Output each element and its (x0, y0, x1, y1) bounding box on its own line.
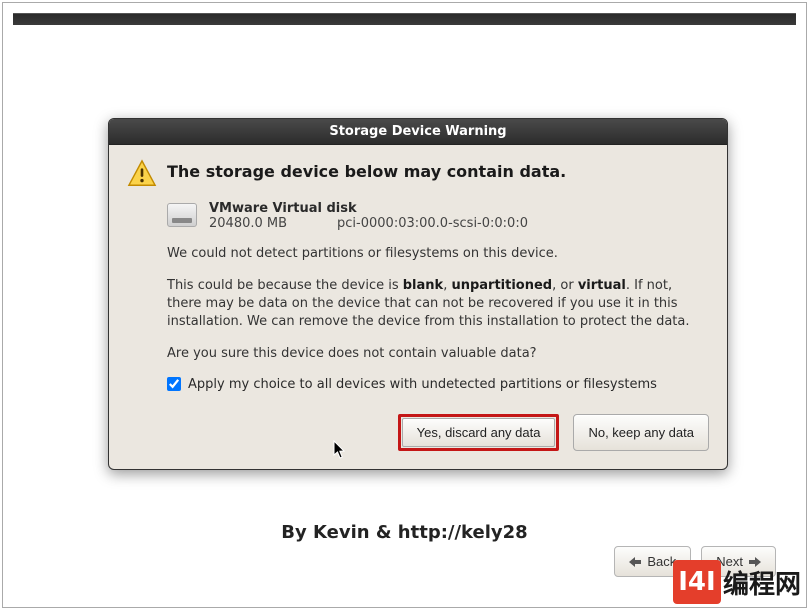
site-name: 编程网 (723, 564, 801, 601)
apply-all-label: Apply my choice to all devices with unde… (188, 377, 657, 392)
discard-button[interactable]: Yes, discard any data (402, 418, 556, 447)
warning-icon (127, 159, 157, 189)
dialog-paragraph-1: We could not detect partitions or filesy… (167, 245, 709, 263)
dialog-paragraph-3: Are you sure this device does not contai… (167, 345, 709, 363)
apply-all-checkbox[interactable] (167, 377, 181, 391)
disk-size: 20480.0 MB (209, 216, 287, 231)
keep-button[interactable]: No, keep any data (573, 414, 709, 451)
disk-pci-path: pci-0000:03:00.0-scsi-0:0:0:0 (337, 216, 528, 231)
dialog-paragraph-2: This could be because the device is blan… (167, 277, 709, 331)
dialog-title: Storage Device Warning (109, 119, 727, 145)
disk-name: VMware Virtual disk (209, 201, 528, 216)
hard-disk-icon (167, 203, 197, 227)
apply-all-checkbox-row[interactable]: Apply my choice to all devices with unde… (167, 377, 709, 392)
discard-button-highlight: Yes, discard any data (398, 414, 560, 451)
credit-text: By Kevin & http://kely28 (13, 522, 796, 543)
dialog-heading: The storage device below may contain dat… (167, 159, 566, 181)
arrow-left-icon (629, 557, 641, 567)
site-logo: I4I (673, 560, 721, 604)
mouse-cursor-icon (333, 440, 347, 460)
warning-dialog: Storage Device Warning The storage devic… (108, 118, 728, 470)
top-dark-bar (13, 13, 796, 25)
